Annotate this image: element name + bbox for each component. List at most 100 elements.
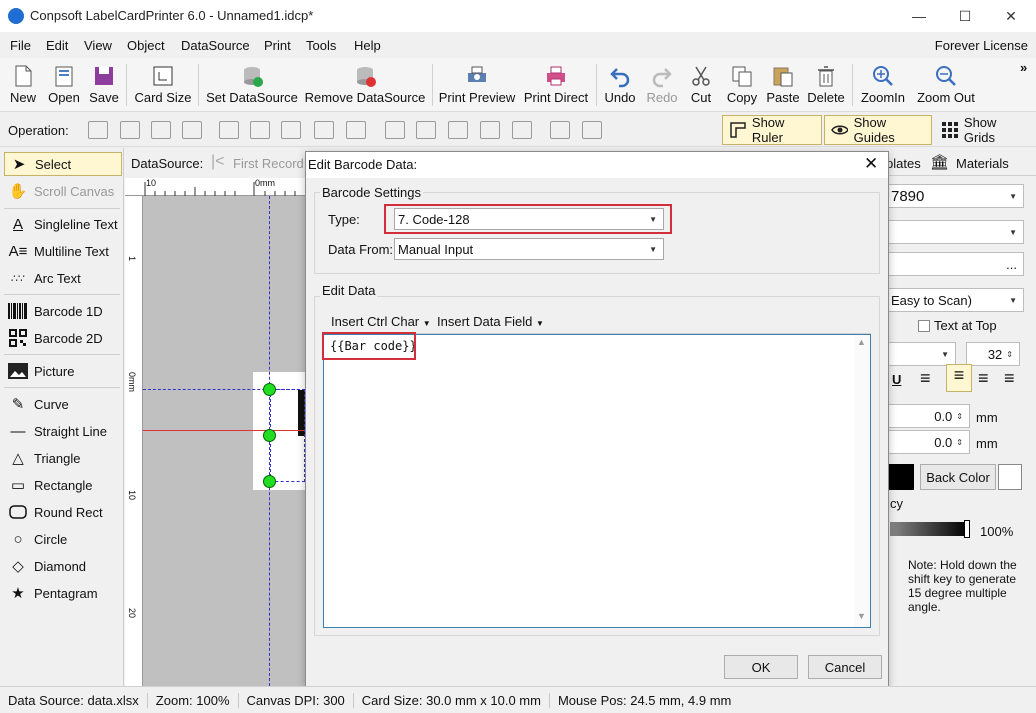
align-right-icon[interactable]: ≡: [978, 368, 989, 389]
insert-data-field-menu[interactable]: Insert Data Field ▼: [437, 314, 544, 329]
first-record-button[interactable]: First Record: [233, 156, 304, 171]
dialog-close-icon[interactable]: ✕: [864, 154, 878, 174]
minimize-button[interactable]: —: [896, 4, 942, 28]
menu-datasource[interactable]: DataSource: [181, 38, 250, 53]
save-button[interactable]: Save: [88, 62, 120, 105]
back-color-swatch[interactable]: [998, 464, 1022, 490]
show-guides-toggle[interactable]: Show Guides: [824, 115, 932, 145]
maximize-button[interactable]: ☐: [942, 4, 988, 28]
undo-button[interactable]: Undo: [602, 62, 638, 105]
close-window-button[interactable]: ✕: [988, 4, 1034, 28]
tool-triangle[interactable]: △ Triangle: [4, 446, 122, 470]
cancel-button[interactable]: Cancel: [808, 655, 882, 679]
align-middle-icon[interactable]: [416, 121, 436, 139]
toolbar-overflow-button[interactable]: »: [1020, 60, 1027, 75]
underline-button[interactable]: U: [892, 372, 901, 387]
menu-help[interactable]: Help: [354, 38, 381, 53]
ungroup-icon[interactable]: [582, 121, 602, 139]
tool-singleline-text[interactable]: A Singleline Text: [4, 212, 122, 236]
delete-button[interactable]: Delete: [806, 62, 846, 105]
set-datasource-button[interactable]: Set DataSource: [204, 62, 300, 105]
browse-button[interactable]: ...: [1006, 257, 1017, 272]
menu-print[interactable]: Print: [264, 38, 291, 53]
print-preview-button[interactable]: Print Preview: [438, 62, 516, 105]
justify-icon[interactable]: ≡: [1004, 368, 1015, 389]
opacity-slider[interactable]: [890, 522, 968, 536]
tool-diamond[interactable]: ◇ Diamond: [4, 554, 122, 578]
open-button[interactable]: Open: [46, 62, 82, 105]
textarea-scrollbar[interactable]: ▲ ▼: [854, 335, 870, 627]
tab-templates[interactable]: plates: [886, 156, 921, 171]
font-combo[interactable]: ▼: [886, 342, 956, 366]
align-right-icon[interactable]: [281, 121, 301, 139]
insert-ctrl-char-menu[interactable]: Insert Ctrl Char ▼: [331, 314, 431, 329]
paste-button[interactable]: Paste: [764, 62, 802, 105]
data-value-combo[interactable]: 7890 ▼: [886, 184, 1024, 208]
font-size-spinner[interactable]: 32 ⇕: [966, 342, 1020, 366]
menu-view[interactable]: View: [84, 38, 112, 53]
tool-select[interactable]: ➤ Select: [4, 152, 122, 176]
card-size-button[interactable]: Card Size: [134, 62, 192, 105]
tool-straight-line[interactable]: — Straight Line: [4, 419, 122, 443]
tool-picture[interactable]: Picture: [4, 359, 122, 383]
distribute-horizontal-icon[interactable]: [314, 121, 334, 139]
offset-y-spinner[interactable]: 0.0 ⇕: [886, 430, 970, 454]
scroll-up-icon[interactable]: ▲: [857, 337, 866, 347]
menu-object[interactable]: Object: [127, 38, 165, 53]
resize-handle[interactable]: [263, 383, 276, 396]
group-icon[interactable]: [550, 121, 570, 139]
menu-file[interactable]: File: [10, 38, 31, 53]
tool-rectangle[interactable]: ▭ Rectangle: [4, 473, 122, 497]
tool-multiline-text[interactable]: A≡ Multiline Text: [4, 239, 122, 263]
layer-bottom-icon[interactable]: [182, 121, 202, 139]
tab-materials[interactable]: Materials: [956, 156, 1009, 171]
align-center-icon[interactable]: ≡: [946, 364, 972, 392]
print-direct-button[interactable]: Print Direct: [522, 62, 590, 105]
space-horizontal-icon[interactable]: [346, 121, 366, 139]
redo-button[interactable]: Redo: [644, 62, 680, 105]
show-ruler-toggle[interactable]: Show Ruler: [722, 115, 822, 145]
space-vertical-icon[interactable]: [512, 121, 532, 139]
tool-round-rect[interactable]: Round Rect: [4, 500, 122, 524]
layer-top-icon[interactable]: [88, 121, 108, 139]
resize-handle[interactable]: [263, 475, 276, 488]
tool-curve[interactable]: ✎ Curve: [4, 392, 122, 416]
align-left-icon[interactable]: ≡: [920, 368, 931, 389]
ok-button[interactable]: OK: [724, 655, 798, 679]
barcode-data-textarea[interactable]: {{Bar code}} ▲ ▼: [323, 334, 871, 628]
text-at-top-checkbox[interactable]: [918, 320, 930, 332]
distribute-vertical-icon[interactable]: [480, 121, 500, 139]
scroll-down-icon[interactable]: ▼: [857, 611, 866, 621]
offset-x-spinner[interactable]: 0.0 ⇕: [886, 404, 970, 428]
cut-button[interactable]: Cut: [686, 62, 716, 105]
layer-up-icon[interactable]: [120, 121, 140, 139]
fore-color-swatch[interactable]: [886, 464, 914, 490]
menu-tools[interactable]: Tools: [306, 38, 336, 53]
property-combo[interactable]: ▼: [886, 220, 1024, 244]
remove-datasource-button[interactable]: Remove DataSource: [304, 62, 426, 105]
zoom-in-button[interactable]: ZoomIn: [858, 62, 908, 105]
tool-scroll-canvas[interactable]: ✋ Scroll Canvas: [4, 179, 122, 203]
tool-barcode-2d[interactable]: Barcode 2D: [4, 326, 122, 350]
resize-handle[interactable]: [263, 429, 276, 442]
back-color-button[interactable]: Back Color: [920, 464, 996, 490]
new-button[interactable]: New: [6, 62, 40, 105]
data-from-combo[interactable]: Manual Input ▼: [394, 238, 664, 260]
tool-circle[interactable]: ○ Circle: [4, 527, 122, 551]
tool-barcode-1d[interactable]: Barcode 1D: [4, 299, 122, 323]
layer-down-icon[interactable]: [151, 121, 171, 139]
align-bottom-icon[interactable]: [448, 121, 468, 139]
scan-mode-combo[interactable]: Easy to Scan) ▼: [886, 288, 1024, 312]
tool-arc-text[interactable]: ∴∵ Arc Text: [4, 266, 122, 290]
tool-pentagram[interactable]: ★ Pentagram: [4, 581, 122, 605]
show-grids-toggle[interactable]: Show Grids: [934, 115, 1034, 145]
zoom-out-button[interactable]: Zoom Out: [914, 62, 978, 105]
align-top-icon[interactable]: [385, 121, 405, 139]
opacity-slider-thumb[interactable]: [964, 520, 970, 538]
align-center-icon[interactable]: [250, 121, 270, 139]
barcode-type-combo[interactable]: 7. Code-128 ▼: [394, 208, 664, 230]
menu-edit[interactable]: Edit: [46, 38, 68, 53]
copy-button[interactable]: Copy: [724, 62, 760, 105]
align-left-icon[interactable]: [219, 121, 239, 139]
data-field-input[interactable]: ...: [886, 252, 1024, 276]
